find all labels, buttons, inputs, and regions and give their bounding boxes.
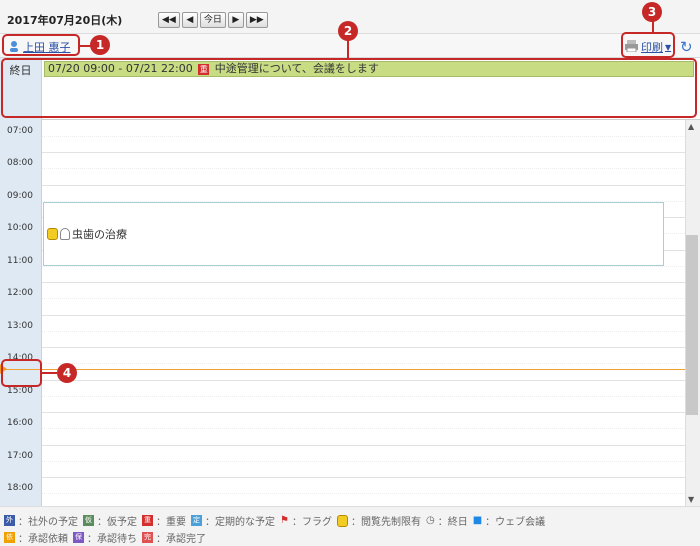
callout-all-day-box: [1, 58, 697, 118]
half-hour-line: [42, 168, 685, 169]
hour-line: [42, 282, 685, 283]
approval-pending-icon: 保: [73, 532, 84, 543]
hour-label: 07:00: [7, 126, 33, 136]
hour-column: 07:00 08:00 09:00 10:00 11:00 12:00 13:0…: [0, 120, 42, 506]
approval-complete-icon: 完: [142, 532, 153, 543]
half-hour-line: [42, 266, 685, 267]
previous-week-button[interactable]: ◀◀: [158, 12, 180, 28]
hour-line: [42, 347, 685, 348]
legend-label: ：定期的な予定: [205, 517, 275, 528]
callout-all-day-line: [347, 40, 349, 58]
callout-current-time-line: [42, 372, 57, 374]
hour-label: 10:00: [7, 223, 33, 233]
half-hour-line: [42, 298, 685, 299]
hour-label: 11:00: [7, 256, 33, 266]
callout-number-2: 2: [338, 21, 358, 41]
legend-label: ：承認依頼: [18, 534, 68, 545]
hour-line: [42, 477, 685, 478]
hour-label: 08:00: [7, 158, 33, 168]
next-week-button[interactable]: ▶▶: [245, 12, 268, 28]
important-icon: 重: [142, 515, 153, 526]
callout-number-1: 1: [90, 35, 110, 55]
hour-line: [42, 445, 685, 446]
callout-number-3: 3: [642, 2, 662, 22]
scrollbar-thumb[interactable]: [686, 235, 698, 415]
legend-label: ：社外の予定: [18, 517, 78, 528]
callout-print-line: [652, 21, 654, 32]
scroll-down-icon[interactable]: ▼: [688, 495, 694, 504]
half-hour-line: [42, 428, 685, 429]
previous-day-button[interactable]: ◀: [181, 12, 198, 28]
next-day-button[interactable]: ▶: [227, 12, 244, 28]
legend-label: ：仮予定: [97, 517, 137, 528]
tooth-icon: [60, 228, 70, 240]
legend-label: ：終日: [437, 517, 468, 528]
tentative-icon: 仮: [83, 515, 94, 526]
callout-print-box: [621, 32, 675, 58]
hour-label: 17:00: [7, 451, 33, 461]
schedule-event[interactable]: 虫歯の治療: [43, 202, 664, 266]
hour-line: [42, 185, 685, 186]
current-time-line: [5, 369, 685, 370]
hour-label: 15:00: [7, 386, 33, 396]
day-schedule-grid[interactable]: 07:00 08:00 09:00 10:00 11:00 12:00 13:0…: [0, 120, 685, 506]
date-navigation: ◀◀ ◀ 今日 ▶ ▶▶: [158, 12, 268, 28]
hour-label: 09:00: [7, 191, 33, 201]
outside-icon: 外: [4, 515, 15, 526]
approval-request-icon: 依: [4, 532, 15, 543]
half-hour-line: [42, 396, 685, 397]
legend-label: ：承認待ち: [87, 534, 137, 545]
hour-line: [42, 315, 685, 316]
today-button[interactable]: 今日: [199, 12, 226, 28]
flag-icon: ⚑: [280, 515, 289, 526]
legend-label: ：閲覧先制限有: [350, 517, 421, 528]
half-hour-line: [42, 363, 685, 364]
callout-user-box: [2, 34, 80, 56]
video-icon: ■: [472, 515, 483, 526]
scroll-up-icon[interactable]: ▲: [688, 122, 694, 131]
hour-label: 16:00: [7, 418, 33, 428]
callout-number-4: 4: [57, 363, 77, 383]
legend-label: ：承認完了: [156, 534, 206, 545]
lock-icon: [336, 514, 348, 527]
event-title: 虫歯の治療: [72, 228, 127, 241]
legend: 外：社外の予定 仮：仮予定 重：重要 定：定期的な予定 ⚑ ：フラグ ：閲覧先制限…: [0, 506, 700, 546]
hour-label: 18:00: [7, 483, 33, 493]
callout-current-time-box: [1, 359, 42, 387]
lock-icon: [47, 228, 58, 240]
hour-line: [42, 412, 685, 413]
current-date: 2017年07月20日(木): [7, 14, 123, 27]
hour-label: 13:00: [7, 321, 33, 331]
legend-label: ：ウェブ会議: [485, 517, 546, 528]
regular-icon: 定: [191, 515, 202, 526]
half-hour-line: [42, 461, 685, 462]
legend-label: ：フラグ: [291, 517, 332, 528]
half-hour-line: [42, 331, 685, 332]
refresh-icon[interactable]: ↻: [680, 38, 693, 56]
legend-label: ：重要: [156, 517, 186, 528]
hour-label: 12:00: [7, 288, 33, 298]
hour-line: [42, 152, 685, 153]
all-day-icon: ◷: [425, 515, 435, 526]
hour-line: [42, 380, 685, 381]
half-hour-line: [42, 136, 685, 137]
half-hour-line: [42, 493, 685, 494]
